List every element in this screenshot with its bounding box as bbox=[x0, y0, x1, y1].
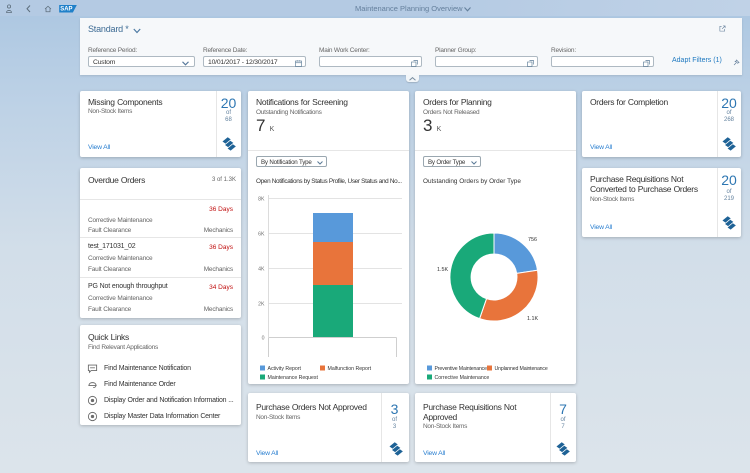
svg-text:4K: 4K bbox=[258, 267, 265, 273]
svg-text:1.1K: 1.1K bbox=[527, 316, 538, 322]
svg-text:1.5K: 1.5K bbox=[437, 267, 448, 273]
svg-text:SAP: SAP bbox=[60, 7, 72, 13]
svg-text:8K: 8K bbox=[258, 197, 265, 203]
svg-text:Malfunction Report: Malfunction Report bbox=[328, 366, 372, 372]
svg-text:0: 0 bbox=[262, 336, 265, 342]
svg-text:756: 756 bbox=[528, 237, 537, 243]
svg-text:6K: 6K bbox=[258, 232, 265, 238]
svg-text:Preventive Maintenance: Preventive Maintenance bbox=[435, 366, 488, 372]
svg-text:Unplanned Maintenance: Unplanned Maintenance bbox=[495, 366, 548, 372]
svg-text:Activity Report: Activity Report bbox=[268, 366, 302, 372]
svg-text:2K: 2K bbox=[258, 302, 265, 308]
svg-text:Corrective Maintenance: Corrective Maintenance bbox=[435, 375, 490, 381]
svg-text:Maintenance Request: Maintenance Request bbox=[268, 375, 319, 381]
